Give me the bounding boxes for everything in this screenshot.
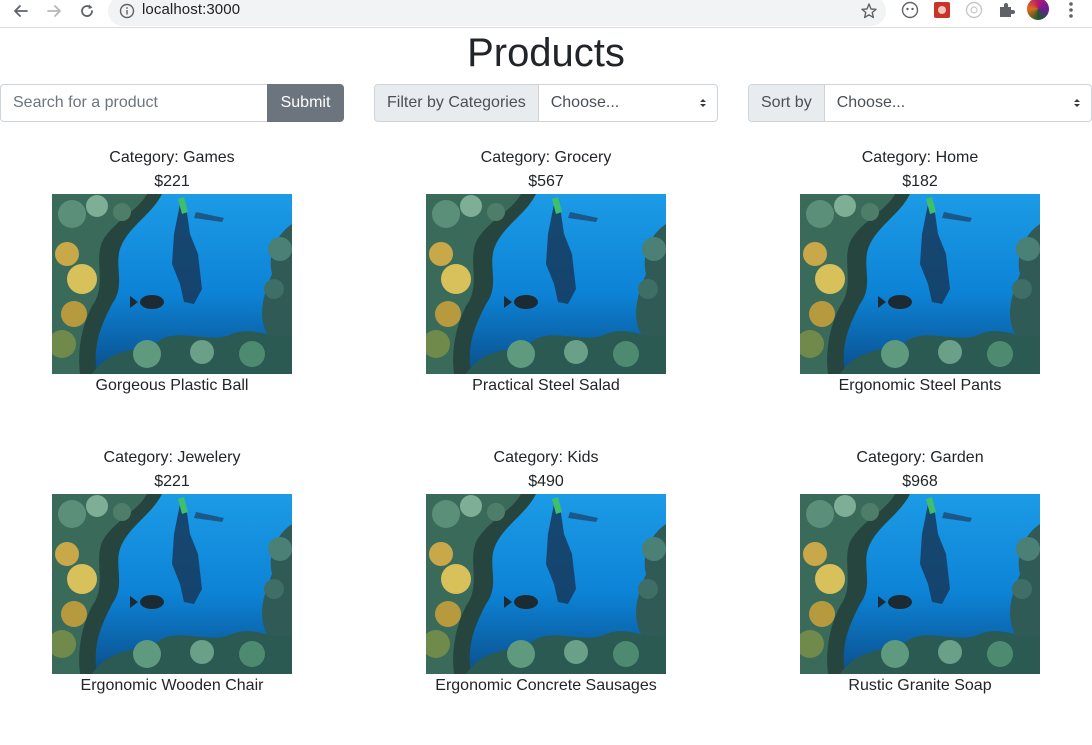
page-title: Products [467,31,625,75]
reload-icon[interactable] [76,0,98,22]
forward-arrow-icon[interactable] [43,0,65,22]
product-card[interactable]: Category: Kids $490 Ergonomic Concrete S… [396,446,696,698]
puzzle-icon[interactable] [996,0,1016,20]
product-category: Category: Kids [493,449,599,466]
product-card[interactable]: Category: Jewelery $221 Ergonomic Wooden… [22,446,322,698]
search-input[interactable] [0,84,267,122]
product-price: $182 [902,173,938,190]
sort-label: Sort by [748,84,825,122]
product-category: Category: Jewelery [103,449,241,466]
extension-icon[interactable] [900,0,920,20]
star-icon[interactable] [860,2,878,20]
product-price: $567 [528,173,564,190]
sort-select[interactable]: Choose... [824,84,1092,122]
search-form: Submit [0,84,344,122]
address-bar[interactable]: localhost:3000 [108,0,886,26]
product-category: Category: Games [109,149,235,166]
info-icon[interactable] [119,3,135,19]
submit-button[interactable]: Submit [267,84,344,122]
product-name: Ergonomic Concrete Sausages [435,677,657,694]
product-name: Ergonomic Steel Pants [838,377,1002,394]
product-image[interactable] [800,494,1040,674]
product-name: Rustic Granite Soap [848,677,992,694]
product-image[interactable] [52,194,292,374]
sort-control: Sort by Choose... [748,84,1092,122]
sort-select-value: Choose... [836,94,906,111]
product-category: Category: Garden [856,449,984,466]
product-image[interactable] [800,194,1040,374]
product-card[interactable]: Category: Grocery $567 Practical Steel S… [396,146,696,398]
product-name: Practical Steel Salad [472,377,620,394]
more-menu-icon[interactable] [1063,0,1079,20]
chevron-updown-icon [700,99,706,107]
product-price: $968 [902,473,938,490]
product-price: $221 [154,173,190,190]
filter-label: Filter by Categories [374,84,539,122]
category-select-value: Choose... [550,94,620,111]
url-text[interactable]: localhost:3000 [142,1,240,18]
product-image[interactable] [52,494,292,674]
product-image[interactable] [426,494,666,674]
product-card[interactable]: Category: Games $221 Gorgeous Plastic Ba… [22,146,322,398]
product-category: Category: Home [861,149,979,166]
back-arrow-icon[interactable] [10,0,32,22]
product-name: Gorgeous Plastic Ball [95,377,249,394]
product-card[interactable]: Category: Home $182 Ergonomic Steel Pant… [770,146,1070,398]
category-select[interactable]: Choose... [538,84,718,122]
product-card[interactable]: Category: Garden $968 Rustic Granite Soa… [770,446,1070,698]
extension-icon[interactable] [964,0,984,20]
product-price: $221 [154,473,190,490]
profile-avatar[interactable] [1027,0,1049,20]
browser-toolbar: localhost:3000 [0,0,1092,28]
chevron-updown-icon [1074,99,1080,107]
product-price: $490 [528,473,564,490]
product-image[interactable] [426,194,666,374]
extension-icon[interactable] [932,0,952,20]
product-name: Ergonomic Wooden Chair [80,677,264,694]
product-category: Category: Grocery [480,149,612,166]
category-filter: Filter by Categories Choose... [374,84,718,122]
